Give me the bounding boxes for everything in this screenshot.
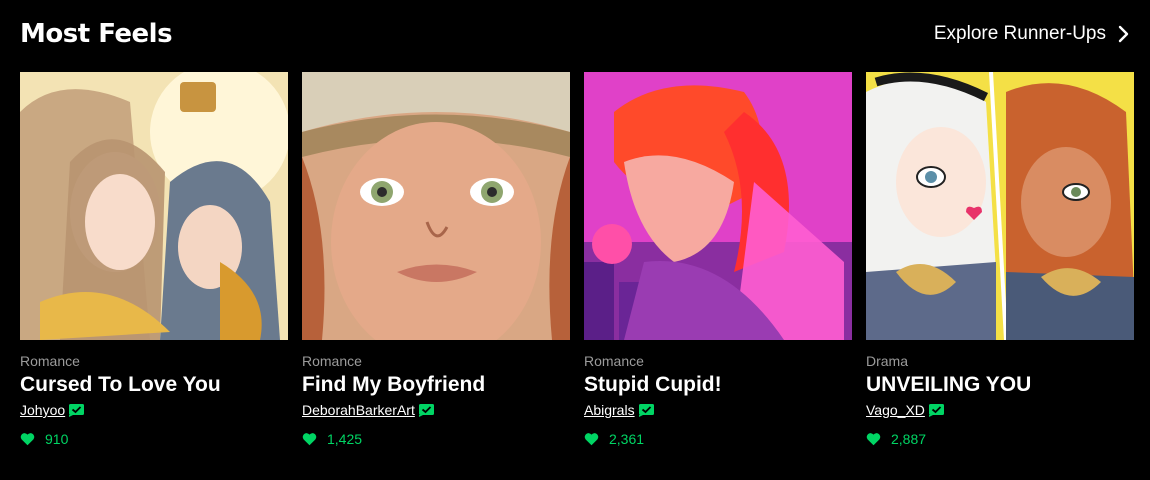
author-link[interactable]: Abigrals xyxy=(584,402,635,418)
likes-count: 2,887 xyxy=(891,431,927,447)
comic-card[interactable]: Romance Find My Boyfriend DeborahBarkerA… xyxy=(302,72,570,447)
verified-creator-icon xyxy=(69,403,85,417)
comic-cover[interactable] xyxy=(866,72,1134,340)
section-header: Most Feels Explore Runner-Ups xyxy=(20,16,1130,52)
likes-row: 1,425 xyxy=(302,431,570,447)
chevron-right-icon xyxy=(1118,25,1129,43)
comic-genre: Romance xyxy=(20,353,80,369)
author-row: Johyoo xyxy=(20,402,288,418)
explore-label: Explore Runner-Ups xyxy=(933,23,1106,44)
heart-icon xyxy=(302,433,317,446)
comic-genre: Drama xyxy=(866,353,909,369)
author-link[interactable]: Johyoo xyxy=(20,402,65,418)
comic-title[interactable]: UNVEILING YOU xyxy=(866,373,1134,397)
verified-creator-icon xyxy=(638,403,654,417)
verified-creator-icon xyxy=(928,403,944,417)
heart-icon xyxy=(866,433,881,446)
likes-count: 1,425 xyxy=(327,431,363,447)
section-title: Most Feels xyxy=(20,19,173,49)
verified-creator-icon xyxy=(418,403,434,417)
heart-icon xyxy=(584,433,599,446)
comic-title[interactable]: Cursed To Love You xyxy=(20,373,288,397)
explore-runner-ups-link[interactable]: Explore Runner-Ups xyxy=(934,23,1130,45)
likes-count: 2,361 xyxy=(609,431,645,447)
comic-genre: Romance xyxy=(302,353,362,369)
comic-cover[interactable] xyxy=(302,72,570,340)
likes-row: 910 xyxy=(20,431,288,447)
author-row: Abigrals xyxy=(584,402,852,418)
comic-grid: Romance Cursed To Love You Johyoo 910 Ro… xyxy=(20,72,1134,447)
comic-cover[interactable] xyxy=(584,72,852,340)
comic-card[interactable]: Romance Stupid Cupid! Abigrals 2,361 xyxy=(584,72,852,447)
comic-card[interactable]: Romance Cursed To Love You Johyoo 910 xyxy=(20,72,288,447)
comic-genre: Romance xyxy=(584,353,644,369)
likes-row: 2,361 xyxy=(584,431,852,447)
comic-title[interactable]: Stupid Cupid! xyxy=(584,373,852,397)
author-row: Vago_XD xyxy=(866,402,1134,418)
author-row: DeborahBarkerArt xyxy=(302,402,570,418)
likes-row: 2,887 xyxy=(866,431,1134,447)
likes-count: 910 xyxy=(45,431,69,447)
comic-card[interactable]: Drama UNVEILING YOU Vago_XD 2,887 xyxy=(866,72,1134,447)
heart-icon xyxy=(20,433,35,446)
author-link[interactable]: DeborahBarkerArt xyxy=(302,402,415,418)
comic-title[interactable]: Find My Boyfriend xyxy=(302,373,570,397)
author-link[interactable]: Vago_XD xyxy=(866,402,925,418)
comic-cover[interactable] xyxy=(20,72,288,340)
